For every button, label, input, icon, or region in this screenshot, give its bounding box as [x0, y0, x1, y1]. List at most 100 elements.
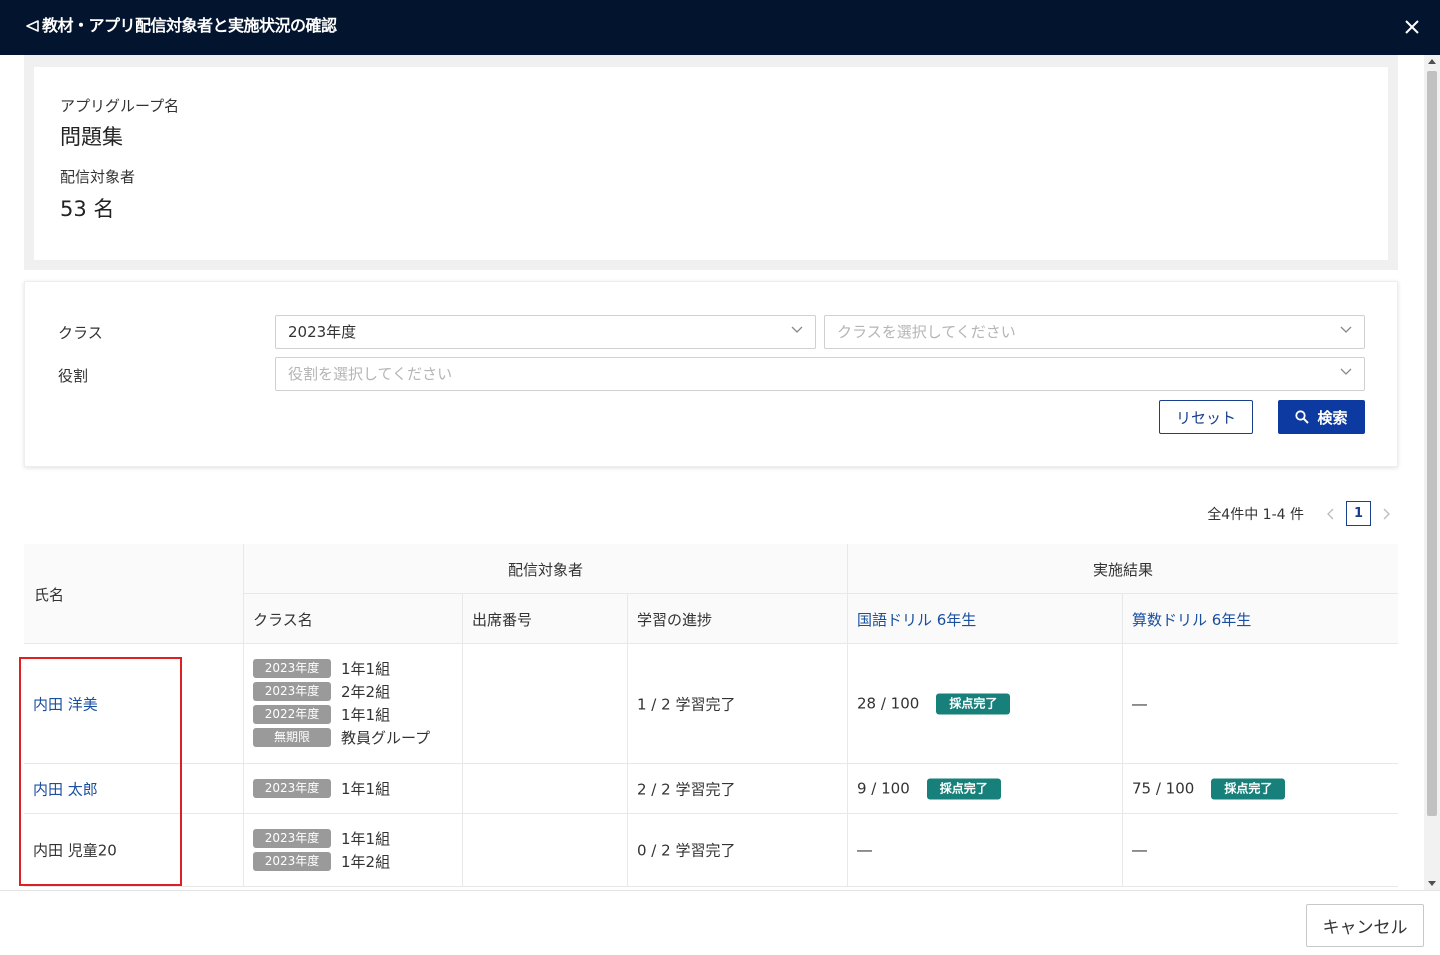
scroll-down-icon[interactable]: [1428, 881, 1436, 886]
drill-jp-result: 9 / 100 採点完了: [857, 778, 1001, 799]
class-list: 2023年度 1年1組 2023年度 1年2組: [253, 827, 390, 873]
class-entry: 2023年度 1年1組: [253, 827, 390, 850]
progress-cell: 0 / 2 学習完了: [628, 814, 848, 886]
modal-header: 教材・アプリ配信対象者と実施状況の確認: [0, 0, 1440, 55]
drill-math-result-cell: ―: [1123, 814, 1398, 886]
name-cell: 内田 洋美: [24, 644, 244, 763]
reset-button[interactable]: リセット: [1159, 400, 1253, 434]
seat-cell: [463, 814, 628, 886]
table-row: 内田 太郎 2023年度 1年1組 2 / 2 学習完了 9 / 100 採点完了: [24, 764, 1398, 814]
cancel-button[interactable]: キャンセル: [1306, 904, 1424, 947]
status-badge: 採点完了: [926, 778, 1001, 799]
search-button[interactable]: 検索: [1278, 400, 1365, 434]
modal-body[interactable]: アプリグループ名 問題集 配信対象者 53 名 クラス 2023年度 クラスを選…: [0, 55, 1424, 890]
class-year-value: 2023年度: [288, 323, 357, 341]
name-cell: 内田 児童20: [24, 814, 244, 886]
year-chip: 無期限: [253, 728, 331, 747]
info-card: アプリグループ名 問題集 配信対象者 53 名: [34, 67, 1388, 260]
close-icon[interactable]: [1404, 17, 1420, 37]
drill-jp-result: ―: [857, 841, 872, 859]
role-filter-label: 役割: [58, 367, 89, 385]
col-header-progress: 学習の進捗: [628, 594, 848, 644]
drill-jp-result-cell: ―: [848, 814, 1123, 886]
target-count-value: 53 名: [60, 197, 115, 221]
drill-math-result-cell: ―: [1123, 644, 1398, 763]
chevron-right-icon[interactable]: [1380, 507, 1392, 521]
col-group-delivery: 配信対象者: [244, 544, 848, 594]
status-badge: 採点完了: [1211, 778, 1286, 799]
vertical-scrollbar[interactable]: [1424, 55, 1440, 890]
back-arrow-icon[interactable]: [24, 16, 40, 36]
year-chip: 2023年度: [253, 829, 331, 848]
score-text: ―: [857, 841, 872, 859]
page-button-current[interactable]: 1: [1346, 501, 1371, 526]
class-name: 2年2組: [341, 683, 391, 701]
class-year-select[interactable]: 2023年度: [275, 315, 816, 349]
seat-cell: [463, 764, 628, 813]
class-list: 2023年度 1年1組 2023年度 2年2組 2022年度 1年1組 無期限 教員グル…: [253, 657, 430, 749]
drill-jp-result-cell: 28 / 100 採点完了: [848, 644, 1123, 763]
class-name: 1年1組: [341, 660, 391, 678]
class-name: 1年1組: [341, 830, 391, 848]
group-name-value: 問題集: [60, 125, 123, 149]
class-filter-label: クラス: [58, 324, 103, 342]
class-cell: 2023年度 1年1組 2023年度 2年2組 2022年度 1年1組 無期限 教員グル…: [244, 644, 463, 763]
col-group-results: 実施結果: [848, 544, 1398, 594]
progress-text: 1 / 2 学習完了: [637, 695, 736, 713]
scrollbar-thumb[interactable]: [1427, 71, 1437, 816]
name-cell: 内田 太郎: [24, 764, 244, 813]
chevron-left-icon[interactable]: [1325, 507, 1337, 521]
class-list: 2023年度 1年1組: [253, 777, 390, 800]
class-cell: 2023年度 1年1組: [244, 764, 463, 813]
class-name: 1年2組: [341, 853, 391, 871]
class-name: 教員グループ: [341, 729, 431, 747]
col-header-progress-label: 学習の進捗: [637, 611, 713, 629]
class-entry: 2023年度 1年2組: [253, 850, 390, 873]
year-chip: 2023年度: [253, 659, 331, 678]
year-chip: 2023年度: [253, 682, 331, 701]
class-name: 1年1組: [341, 780, 391, 798]
modal-title: 教材・アプリ配信対象者と実施状況の確認: [42, 16, 337, 35]
progress-cell: 1 / 2 学習完了: [628, 644, 848, 763]
status-badge: 採点完了: [936, 693, 1011, 714]
search-icon: [1295, 410, 1310, 424]
drill-jp-result-cell: 9 / 100 採点完了: [848, 764, 1123, 813]
role-select-placeholder: 役割を選択してください: [288, 365, 453, 383]
drill-math-result: ―: [1132, 841, 1147, 859]
class-select[interactable]: クラスを選択してください: [824, 315, 1365, 349]
col-header-drill-jp[interactable]: 国語ドリル 6年生: [848, 594, 1123, 644]
drill-math-result: ―: [1132, 695, 1147, 713]
result-count: 全4件中 1-4 件: [1207, 506, 1304, 523]
group-name-label: アプリグループ名: [60, 97, 180, 115]
chevron-down-icon: [791, 326, 803, 333]
student-name-link[interactable]: 内田 太郎: [33, 778, 98, 799]
col-header-drill-jp-link[interactable]: 国語ドリル 6年生: [857, 609, 976, 630]
year-chip: 2023年度: [253, 852, 331, 871]
chevron-down-icon: [1340, 368, 1352, 375]
col-header-drill-math-link[interactable]: 算数ドリル 6年生: [1132, 609, 1251, 630]
seat-cell: [463, 644, 628, 763]
score-text: 9 / 100: [857, 779, 910, 798]
class-entry: 2023年度 1年1組: [253, 777, 390, 800]
class-entry: 2023年度 2年2組: [253, 680, 430, 703]
drill-math-result: 75 / 100 採点完了: [1132, 778, 1286, 799]
table-row: 内田 洋美 2023年度 1年1組 2023年度 2年2組 2022年度 1年1組 無…: [24, 644, 1398, 764]
col-header-name-label: 氏名: [34, 586, 65, 604]
info-section: アプリグループ名 問題集 配信対象者 53 名: [24, 55, 1398, 270]
year-chip: 2022年度: [253, 705, 331, 724]
target-count-label: 配信対象者: [60, 168, 136, 186]
scroll-up-icon[interactable]: [1428, 59, 1436, 64]
role-select[interactable]: 役割を選択してください: [275, 357, 1365, 391]
col-header-class: クラス名: [244, 594, 463, 644]
class-select-placeholder: クラスを選択してください: [837, 323, 1016, 341]
table-row: 内田 児童20 2023年度 1年1組 2023年度 1年2組 0 / 2 学習完了…: [24, 814, 1398, 887]
chevron-down-icon: [1340, 326, 1352, 333]
student-name-link[interactable]: 内田 洋美: [33, 693, 98, 714]
modal-footer: キャンセル: [0, 890, 1440, 955]
progress-text: 0 / 2 学習完了: [637, 841, 736, 860]
col-header-drill-math[interactable]: 算数ドリル 6年生: [1123, 594, 1398, 644]
score-text: ―: [1132, 694, 1147, 713]
class-entry: 無期限 教員グループ: [253, 726, 430, 749]
pagination: 全4件中 1-4 件 1: [1207, 501, 1397, 526]
search-button-label: 検索: [1317, 408, 1348, 427]
